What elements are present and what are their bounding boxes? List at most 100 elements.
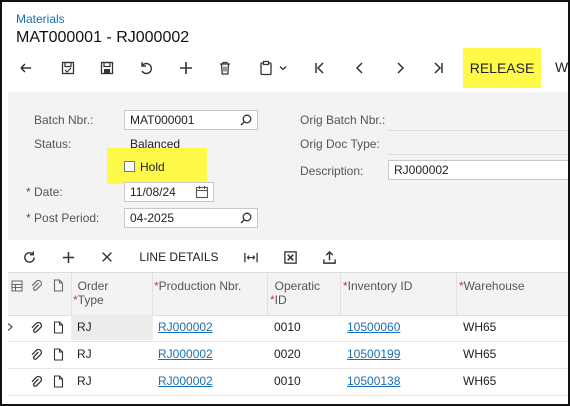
last-icon: [434, 62, 443, 74]
note-icon[interactable]: [53, 321, 64, 334]
orig-batch-label: Orig Batch Nbr.:: [300, 113, 386, 127]
hold-label: Hold: [140, 160, 165, 174]
column-header-operation-id[interactable]: *Operatic ID: [270, 279, 329, 307]
attachment-icon[interactable]: [30, 348, 42, 362]
table-row[interactable]: RJ RJ000002 0020 10500199 WH65: [8, 341, 568, 369]
next-record-button[interactable]: [386, 48, 414, 88]
calendar-icon[interactable]: [195, 185, 209, 199]
post-period-value: 04-2025: [130, 211, 175, 225]
order-type-header-label: Order Type: [77, 279, 109, 307]
refresh-button[interactable]: [16, 242, 42, 272]
save-button[interactable]: [93, 48, 121, 88]
warehouse-cell[interactable]: WH65: [463, 374, 496, 388]
batch-nbr-value: MAT000001: [130, 113, 195, 127]
previous-record-button[interactable]: [346, 48, 374, 88]
add-row-button[interactable]: [55, 242, 81, 272]
last-record-button[interactable]: [424, 48, 452, 88]
post-period-field[interactable]: 04-2025: [124, 208, 258, 228]
save-close-button[interactable]: [54, 48, 82, 88]
operation-id-cell[interactable]: 0010: [274, 320, 301, 334]
column-separator: [340, 273, 341, 315]
refresh-icon: [23, 250, 35, 263]
delete-button[interactable]: [211, 48, 239, 88]
production-nbr-header-label: Production Nbr.: [158, 279, 242, 293]
warehouse-header-label: Warehouse: [463, 279, 525, 293]
back-button[interactable]: [12, 48, 40, 88]
description-label: Description:: [300, 164, 364, 178]
breadcrumb[interactable]: Materials: [16, 12, 65, 26]
excel-icon: [283, 250, 297, 264]
warehouse-cell[interactable]: WH65: [463, 320, 496, 334]
column-separator: [267, 273, 268, 315]
note-icon[interactable]: [53, 348, 64, 361]
table-row[interactable]: RJ RJ000002 0010 10500060 WH65: [7, 314, 568, 342]
note-icon[interactable]: [53, 375, 64, 388]
order-type-cell[interactable]: RJ: [77, 347, 92, 361]
copy-paste-button[interactable]: [252, 48, 294, 88]
grid-header: *Order Type *Production Nbr. *Operatic I…: [8, 272, 568, 316]
production-nbr-link[interactable]: RJ000002: [158, 374, 213, 388]
column-separator: [456, 273, 457, 315]
inventory-id-link[interactable]: 10500060: [347, 320, 400, 334]
post-period-label-row: * Post Period:: [26, 211, 100, 225]
release-button[interactable]: RELEASE: [463, 48, 541, 88]
column-header-warehouse[interactable]: *Warehouse: [459, 279, 525, 293]
attachment-icon[interactable]: [30, 375, 42, 389]
close-icon: [102, 252, 112, 262]
inventory-id-link[interactable]: 10500138: [347, 374, 400, 388]
inventory-id-header-label: Inventory ID: [347, 279, 413, 293]
save-icon: [100, 61, 114, 75]
attachment-icon: [31, 279, 42, 291]
orig-doc-type-label: Orig Doc Type:: [300, 137, 380, 151]
date-value: 11/08/24: [130, 185, 176, 199]
table-row[interactable]: RJ RJ000002 0010 10500138 WH65: [8, 368, 568, 396]
order-type-cell[interactable]: RJ: [77, 320, 92, 334]
date-label-row: * Date:: [26, 185, 63, 199]
chevron-down-icon: [279, 66, 287, 71]
window-frame: Materials MAT000001 - RJ000002 RELEASE W…: [0, 0, 570, 406]
fit-columns-button[interactable]: [238, 242, 264, 272]
description-field[interactable]: RJ000002: [388, 160, 568, 180]
fit-width-icon: [244, 252, 258, 262]
add-button[interactable]: [172, 48, 200, 88]
column-header-order-type[interactable]: *Order Type: [73, 279, 134, 307]
status-label: Status:: [34, 137, 72, 151]
hold-checkbox[interactable]: [124, 161, 135, 172]
first-record-button[interactable]: [306, 48, 334, 88]
search-icon[interactable]: [239, 211, 253, 225]
undo-icon: [141, 62, 152, 75]
delete-row-button[interactable]: [94, 242, 120, 272]
order-type-cell[interactable]: RJ: [77, 374, 92, 388]
page-title: MAT000001 - RJ000002: [16, 29, 190, 46]
post-period-label: Post Period:: [34, 211, 100, 225]
column-header-inventory-id[interactable]: *Inventory ID: [343, 279, 412, 293]
export-excel-button[interactable]: [277, 242, 303, 272]
operation-id-header-label: Operatic ID: [274, 279, 321, 307]
operation-id-cell[interactable]: 0020: [274, 347, 301, 361]
back-arrow-icon: [20, 63, 31, 73]
line-details-button[interactable]: LINE DETAILS: [136, 242, 222, 272]
trash-icon: [220, 61, 230, 75]
batch-nbr-label: Batch Nbr.:: [34, 113, 94, 127]
production-nbr-link[interactable]: RJ000002: [158, 320, 213, 334]
warehouse-cell[interactable]: WH65: [463, 347, 496, 361]
toolbar: RELEASE W: [2, 48, 568, 88]
production-nbr-link[interactable]: RJ000002: [158, 347, 213, 361]
description-value: RJ000002: [394, 163, 449, 177]
search-icon[interactable]: [239, 113, 253, 127]
operation-id-cell[interactable]: 0010: [274, 374, 301, 388]
attachment-icon[interactable]: [30, 321, 42, 335]
batch-nbr-field[interactable]: MAT000001: [124, 110, 258, 130]
first-icon: [315, 62, 324, 74]
upload-button[interactable]: [316, 242, 342, 272]
inventory-id-link[interactable]: 10500199: [347, 347, 400, 361]
upload-icon: [322, 250, 336, 264]
current-row-indicator-icon: [7, 323, 13, 331]
more-actions-button[interactable]: W: [555, 59, 568, 75]
plus-icon: [180, 62, 192, 74]
date-field[interactable]: 11/08/24: [124, 182, 214, 202]
undo-button[interactable]: [132, 48, 160, 88]
row-settings-icon[interactable]: [11, 280, 23, 292]
plus-icon: [62, 251, 74, 263]
column-header-production-nbr[interactable]: *Production Nbr.: [154, 279, 241, 293]
